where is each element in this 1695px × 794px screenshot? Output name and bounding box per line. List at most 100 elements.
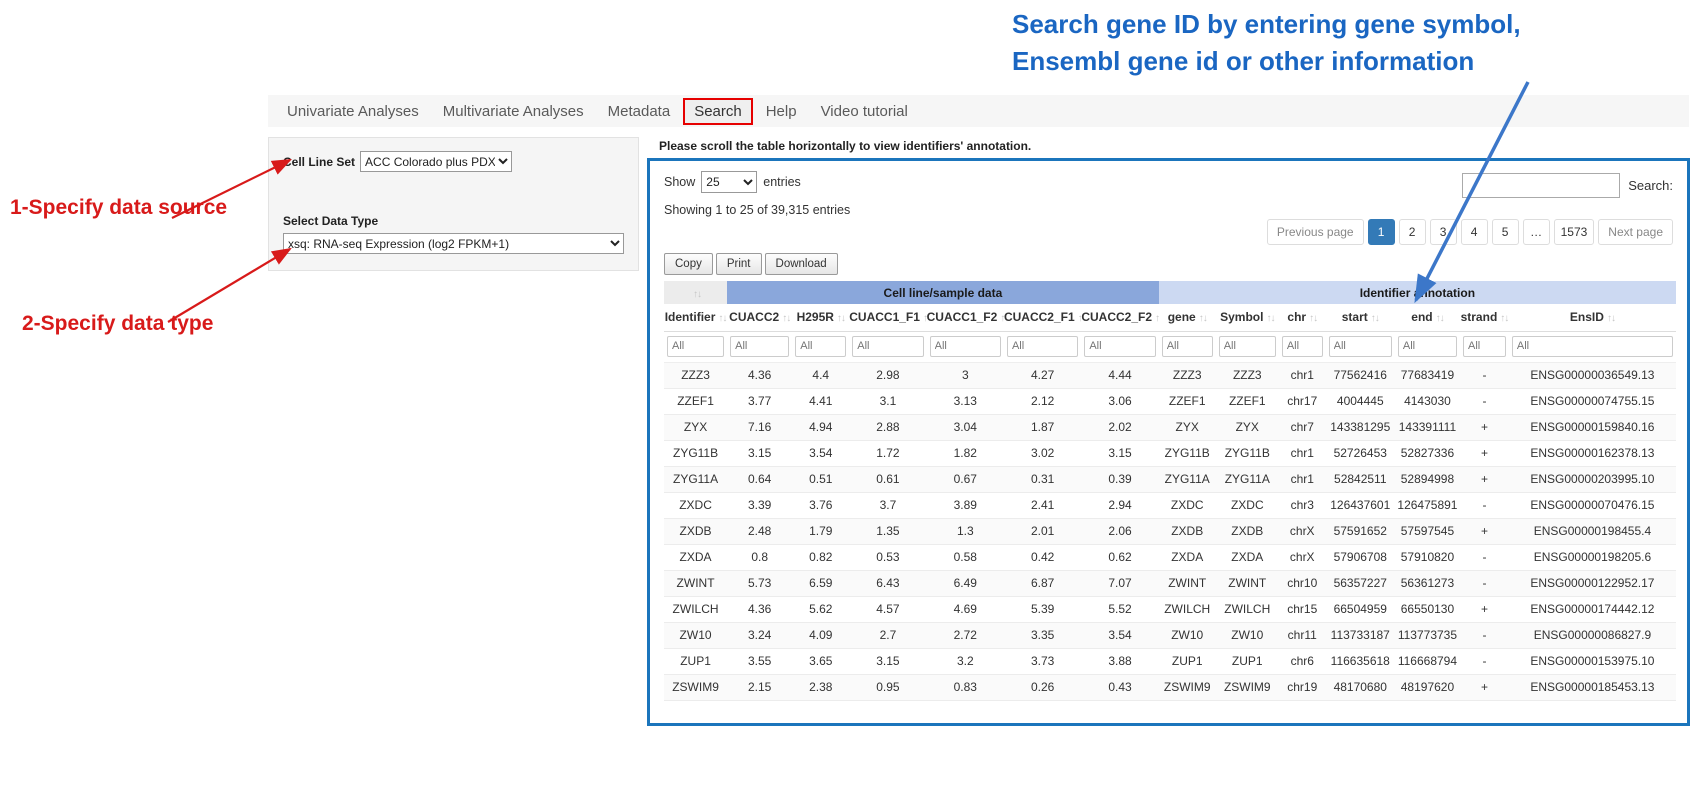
cell-h295r: 3.76 xyxy=(792,492,849,518)
cell-end: 4143030 xyxy=(1395,388,1460,414)
page-button-4[interactable]: 4 xyxy=(1461,219,1488,245)
next-page-button[interactable]: Next page xyxy=(1598,219,1673,245)
scroll-hint: Please scroll the table horizontally to … xyxy=(659,139,1031,153)
cell-chr: chr3 xyxy=(1279,492,1326,518)
page-button-3[interactable]: 3 xyxy=(1430,219,1457,245)
cell-strand: - xyxy=(1460,492,1509,518)
filter-input-end[interactable] xyxy=(1398,336,1457,357)
page-button-1573[interactable]: 1573 xyxy=(1554,219,1595,245)
cell-h295r: 4.09 xyxy=(792,622,849,648)
data-type-select[interactable]: xsq: RNA-seq Expression (log2 FPKM+1) xyxy=(283,233,624,254)
column-label: end xyxy=(1411,310,1432,324)
column-header-strand[interactable]: strand↑↓ xyxy=(1460,304,1509,331)
column-header-identifier[interactable]: Identifier↑↓ xyxy=(664,304,727,331)
column-header-cuacc2-f1[interactable]: CUACC2_F1↑↓ xyxy=(1004,304,1081,331)
page-button-2[interactable]: 2 xyxy=(1399,219,1426,245)
filter-input-chr[interactable] xyxy=(1282,336,1323,357)
search-input[interactable] xyxy=(1462,173,1620,198)
cell-identifier: ZZEF1 xyxy=(664,388,727,414)
cell-strand: - xyxy=(1460,388,1509,414)
filter-input-cuacc1-f1[interactable] xyxy=(852,336,923,357)
page-length-select[interactable]: 25 xyxy=(701,171,757,193)
print-button[interactable]: Print xyxy=(716,253,762,275)
filter-cell-cuacc1-f1 xyxy=(849,331,926,362)
search-label: Search: xyxy=(1628,178,1673,193)
previous-page-button[interactable]: Previous page xyxy=(1267,219,1364,245)
filter-input-start[interactable] xyxy=(1329,336,1392,357)
table-row-zyg11b[interactable]: ZYG11B3.153.541.721.823.023.15ZYG11BZYG1… xyxy=(664,440,1676,466)
table-row-zzz3[interactable]: ZZZ34.364.42.9834.274.44ZZZ3ZZZ3chr17756… xyxy=(664,362,1676,388)
table-row-zyx[interactable]: ZYX7.164.942.883.041.872.02ZYXZYXchr7143… xyxy=(664,414,1676,440)
cell-end: 77683419 xyxy=(1395,362,1460,388)
cell-cuacc1-f2: 1.3 xyxy=(927,518,1004,544)
table-row-zxdb[interactable]: ZXDB2.481.791.351.32.012.06ZXDBZXDBchrX5… xyxy=(664,518,1676,544)
cell-ensid: ENSG00000198455.4 xyxy=(1509,518,1676,544)
download-button[interactable]: Download xyxy=(765,253,838,275)
filter-input-identifier[interactable] xyxy=(667,336,724,357)
cell-cuacc2-f1: 3.73 xyxy=(1004,648,1081,674)
cell-end: 48197620 xyxy=(1395,674,1460,700)
filter-input-strand[interactable] xyxy=(1463,336,1506,357)
cell-line-set-select[interactable]: ACC Colorado plus PDX xyxy=(360,151,512,172)
column-header-cuacc1-f2[interactable]: CUACC1_F2↑↓ xyxy=(927,304,1004,331)
cell-gene: ZZZ3 xyxy=(1159,362,1216,388)
nav-item-metadata[interactable]: Metadata xyxy=(597,98,682,125)
column-header-chr[interactable]: chr↑↓ xyxy=(1279,304,1326,331)
filter-input-h295r[interactable] xyxy=(795,336,846,357)
page-button-5[interactable]: 5 xyxy=(1492,219,1519,245)
nav-item-search[interactable]: Search xyxy=(683,98,753,125)
cell-strand: + xyxy=(1460,674,1509,700)
filter-input-cuacc2-f2[interactable] xyxy=(1084,336,1155,357)
cell-end: 116668794 xyxy=(1395,648,1460,674)
table-row-zw10[interactable]: ZW103.244.092.72.723.353.54ZW10ZW10chr11… xyxy=(664,622,1676,648)
filter-cell-end xyxy=(1395,331,1460,362)
filter-input-ensid[interactable] xyxy=(1512,336,1673,357)
filter-input-cuacc2[interactable] xyxy=(730,336,789,357)
page-button-1[interactable]: 1 xyxy=(1368,219,1395,245)
cell-gene: ZSWIM9 xyxy=(1159,674,1216,700)
column-header-gene[interactable]: gene↑↓ xyxy=(1159,304,1216,331)
column-header-cuacc2-f2[interactable]: CUACC2_F2↑↓ xyxy=(1081,304,1158,331)
nav-item-univariate-analyses[interactable]: Univariate Analyses xyxy=(276,98,430,125)
table-row-zwilch[interactable]: ZWILCH4.365.624.574.695.395.52ZWILCHZWIL… xyxy=(664,596,1676,622)
group-header-blank[interactable]: ↑↓ xyxy=(664,281,727,304)
filter-input-cuacc1-f2[interactable] xyxy=(930,336,1001,357)
column-header-ensid[interactable]: EnsID↑↓ xyxy=(1509,304,1676,331)
cell-strand: + xyxy=(1460,466,1509,492)
column-header-cuacc2[interactable]: CUACC2↑↓ xyxy=(727,304,792,331)
nav-item-help[interactable]: Help xyxy=(755,98,808,125)
nav-item-video-tutorial[interactable]: Video tutorial xyxy=(810,98,919,125)
table-row-zzef1[interactable]: ZZEF13.774.413.13.132.123.06ZZEF1ZZEF1ch… xyxy=(664,388,1676,414)
cell-chr: chr19 xyxy=(1279,674,1326,700)
cell-cuacc2-f1: 0.26 xyxy=(1004,674,1081,700)
filter-input-symbol[interactable] xyxy=(1219,336,1276,357)
cell-cuacc1-f1: 2.88 xyxy=(849,414,926,440)
cell-cuacc2: 3.77 xyxy=(727,388,792,414)
column-header-end[interactable]: end↑↓ xyxy=(1395,304,1460,331)
cell-gene: ZYG11A xyxy=(1159,466,1216,492)
sort-icon: ↑↓ xyxy=(1371,313,1379,324)
table-row-zswim9[interactable]: ZSWIM92.152.380.950.830.260.43ZSWIM9ZSWI… xyxy=(664,674,1676,700)
table-row-zyg11a[interactable]: ZYG11A0.640.510.610.670.310.39ZYG11AZYG1… xyxy=(664,466,1676,492)
nav-item-multivariate-analyses[interactable]: Multivariate Analyses xyxy=(432,98,595,125)
filter-input-cuacc2-f1[interactable] xyxy=(1007,336,1078,357)
table-row-zxdc[interactable]: ZXDC3.393.763.73.892.412.94ZXDCZXDCchr31… xyxy=(664,492,1676,518)
filter-input-gene[interactable] xyxy=(1162,336,1213,357)
filter-cell-cuacc2 xyxy=(727,331,792,362)
table-row-zxda[interactable]: ZXDA0.80.820.530.580.420.62ZXDAZXDAchrX5… xyxy=(664,544,1676,570)
cell-cuacc2-f2: 2.06 xyxy=(1081,518,1158,544)
page-button-…[interactable]: … xyxy=(1523,219,1550,245)
column-label: EnsID xyxy=(1570,310,1604,324)
table-row-zwint[interactable]: ZWINT5.736.596.436.496.877.07ZWINTZWINTc… xyxy=(664,570,1676,596)
cell-identifier: ZWINT xyxy=(664,570,727,596)
column-header-symbol[interactable]: Symbol↑↓ xyxy=(1216,304,1279,331)
cell-ensid: ENSG00000070476.15 xyxy=(1509,492,1676,518)
cell-start: 52726453 xyxy=(1326,440,1395,466)
column-header-cuacc1-f1[interactable]: CUACC1_F1↑↓ xyxy=(849,304,926,331)
column-header-start[interactable]: start↑↓ xyxy=(1326,304,1395,331)
column-header-h295r[interactable]: H295R↑↓ xyxy=(792,304,849,331)
cell-ensid: ENSG00000185453.13 xyxy=(1509,674,1676,700)
gene-data-table: ↑↓Cell line/sample dataIdentifier annota… xyxy=(664,281,1676,701)
table-row-zup1[interactable]: ZUP13.553.653.153.23.733.88ZUP1ZUP1chr61… xyxy=(664,648,1676,674)
copy-button[interactable]: Copy xyxy=(664,253,713,275)
